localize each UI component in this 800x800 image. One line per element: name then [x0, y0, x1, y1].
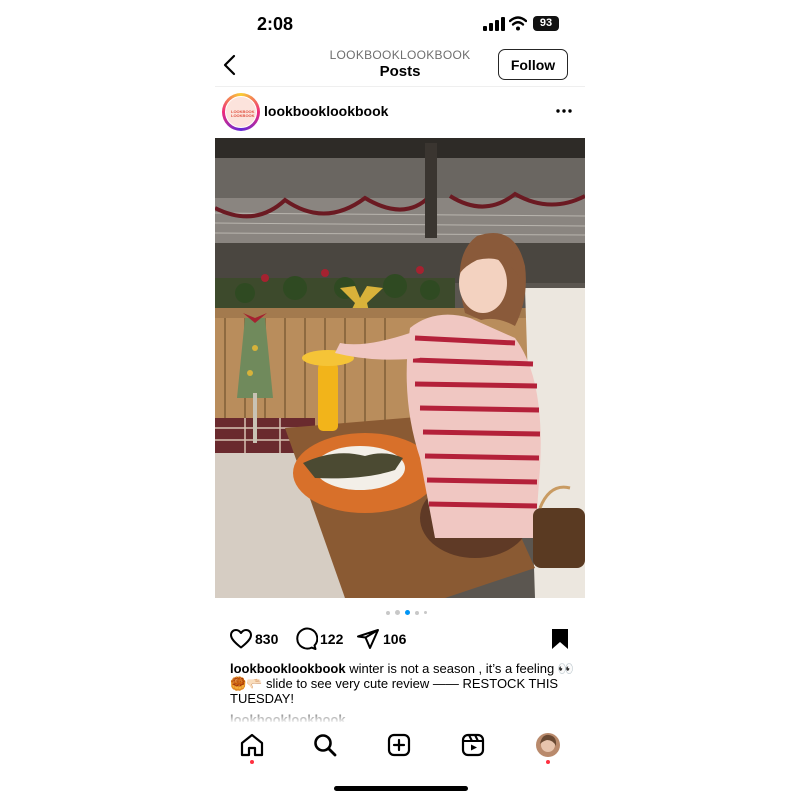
avatar-logo-text: LOOKBOOK LOOKBOOK	[231, 109, 255, 118]
more-icon[interactable]	[554, 101, 574, 121]
carousel-dot	[386, 611, 390, 615]
post-caption: lookbooklookbook winter is not a season …	[230, 661, 575, 706]
profile-avatar	[536, 733, 560, 757]
caption-username[interactable]: lookbooklookbook	[230, 661, 346, 676]
home-notification-dot	[250, 760, 254, 764]
avatar-image: LOOKBOOK LOOKBOOK	[225, 96, 257, 128]
bottom-tab-bar	[215, 722, 585, 800]
home-indicator	[334, 786, 468, 791]
carousel-indicator	[386, 610, 436, 616]
create-icon[interactable]	[386, 732, 412, 758]
wifi-icon	[509, 16, 527, 31]
carousel-dot-active	[405, 610, 410, 615]
post-avatar[interactable]: LOOKBOOK LOOKBOOK	[222, 93, 260, 131]
cellular-signal-icon	[483, 17, 505, 31]
phone-screen: 2:08 93 LOOKBOOKLOOKBOOK Posts Follow LO…	[215, 0, 585, 800]
comments-count[interactable]: 122	[320, 631, 343, 647]
status-time: 2:08	[257, 14, 294, 34]
heart-icon[interactable]	[229, 627, 253, 651]
carousel-dot	[424, 611, 427, 614]
battery-indicator: 93	[533, 16, 559, 31]
shares-count[interactable]: 106	[383, 631, 406, 647]
post-image[interactable]	[215, 138, 585, 598]
reels-icon[interactable]	[460, 732, 486, 758]
status-bar: 2:08 93	[215, 0, 585, 48]
profile-notification-dot	[546, 760, 550, 764]
profile-icon[interactable]	[535, 732, 561, 758]
follow-button[interactable]: Follow	[498, 49, 568, 80]
home-icon[interactable]	[239, 732, 265, 758]
page-header: LOOKBOOKLOOKBOOK Posts Follow	[215, 46, 585, 87]
comment-icon[interactable]	[294, 627, 318, 651]
bookmark-icon[interactable]	[550, 627, 570, 651]
post-username[interactable]: lookbooklookbook	[264, 103, 388, 119]
carousel-dot	[395, 610, 400, 615]
share-icon[interactable]	[356, 627, 380, 651]
carousel-dot	[415, 611, 419, 615]
likes-count[interactable]: 830	[255, 631, 278, 647]
search-icon[interactable]	[312, 732, 338, 758]
